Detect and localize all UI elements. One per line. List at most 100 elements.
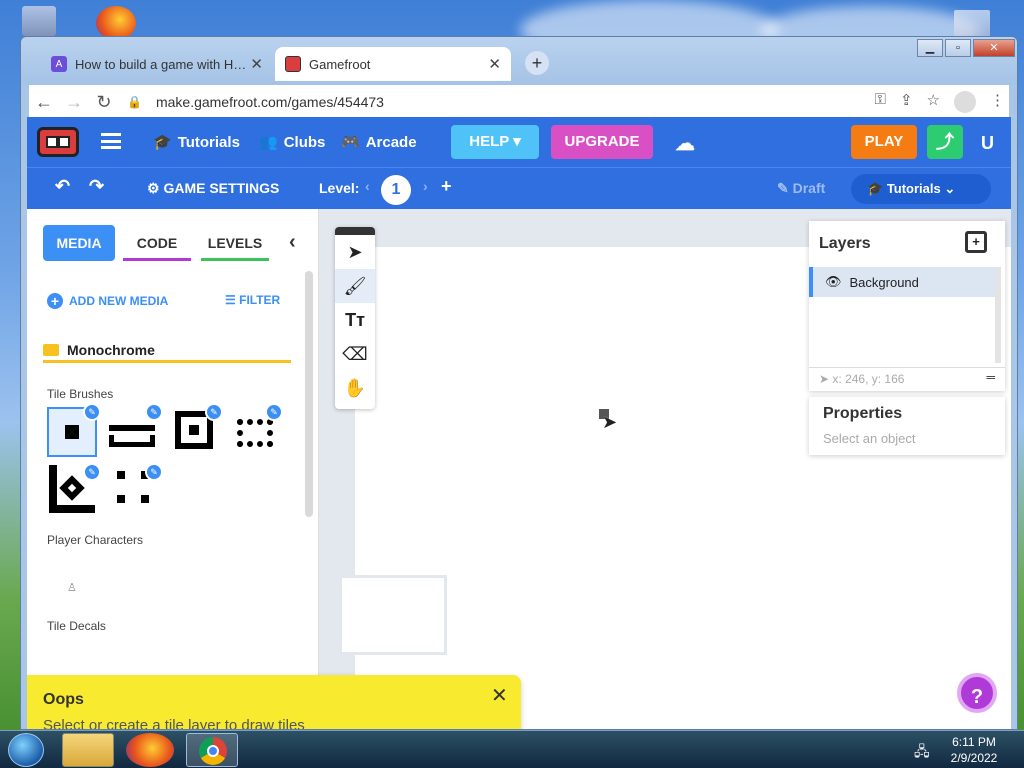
layer-name: Background — [849, 274, 919, 290]
coords-text: x: 246, y: 166 — [832, 372, 905, 386]
cloud-icon[interactable]: ☁ — [675, 131, 695, 156]
firefox-taskbar-icon[interactable] — [126, 733, 174, 767]
profile-avatar[interactable] — [954, 91, 976, 113]
nav-clubs-label: Clubs — [283, 133, 326, 151]
pencil-icon: ✎ — [777, 180, 789, 196]
tool-palette: ➤ 🖌 Tт ⌫ ✋ — [335, 227, 375, 409]
nav-tutorials-label: Tutorials — [177, 133, 240, 151]
edit-icon[interactable]: ✎ — [265, 403, 283, 421]
recycle-bin-icon[interactable] — [22, 6, 56, 36]
minimap[interactable] — [339, 575, 447, 655]
properties-hint: Select an object — [823, 431, 916, 446]
help-label: HELP — [469, 133, 510, 150]
upgrade-button[interactable]: UPGRADE — [551, 125, 653, 159]
level-prev-icon[interactable]: ‹ — [365, 178, 370, 194]
key-icon[interactable]: ⚿ — [875, 91, 886, 113]
add-layer-icon[interactable]: + — [965, 231, 987, 253]
level-next-icon[interactable]: › — [423, 178, 428, 194]
gamefroot-logo[interactable] — [37, 127, 79, 157]
pointer-icon: ➤ — [819, 372, 830, 386]
reload-icon[interactable]: ↻ — [89, 92, 119, 113]
tab-gamefroot[interactable]: Gamefroot ✕ — [275, 47, 511, 81]
help-dropdown-button[interactable]: HELP ▾ — [451, 125, 539, 159]
user-avatar[interactable]: U — [981, 133, 994, 154]
back-icon[interactable]: ← — [29, 92, 59, 113]
system-clock[interactable]: 6:11 PM 2/9/2022 — [934, 734, 1014, 766]
player-character-sprite[interactable]: ♙ — [67, 581, 77, 594]
tab-levels[interactable]: LEVELS — [201, 225, 269, 261]
text-tool-icon[interactable]: Tт — [335, 303, 375, 337]
brush-tool-icon[interactable]: 🖌 — [335, 269, 375, 303]
gamefroot-app: 🎓 Tutorials 👥 Clubs 🎮 Arcade HELP ▾ UPGRADE… — [27, 117, 1011, 729]
tutorials-dropdown[interactable]: 🎓 Tutorials ⌄ — [851, 174, 991, 204]
select-tool-icon[interactable]: ➤ — [335, 235, 375, 269]
share-icon[interactable]: ⤴ — [927, 125, 963, 159]
draft-status[interactable]: ✎ Draft — [777, 180, 825, 197]
browser-window: A How to build a game with HTML... ✕ Gam… — [20, 36, 1018, 730]
collapse-panel-icon[interactable]: ‹ — [289, 231, 296, 254]
add-new-media-button[interactable]: + ADD NEW MEDIA — [47, 293, 168, 309]
maximize-button[interactable]: ▫ — [945, 39, 971, 57]
url-text[interactable]: make.gamefroot.com/games/454473 — [156, 94, 384, 110]
filter-icon: ☰ — [225, 293, 236, 307]
start-button[interactable] — [8, 733, 44, 767]
edit-icon[interactable]: ✎ — [205, 403, 223, 421]
cursor-coords: ➤ x: 246, y: 166 ═ — [809, 367, 1005, 391]
nav-tutorials[interactable]: 🎓 Tutorials — [153, 133, 240, 152]
editor-toolbar: ↶ ↷ ⚙ GAME SETTINGS Level: ‹ 1 › + ✎ Dra… — [27, 167, 1011, 209]
forward-icon[interactable]: → — [59, 92, 89, 113]
section-tile-decals: Tile Decals — [47, 619, 106, 633]
layers-panel: Layers + 👁 Background ➤ x: 246, y: 166 ═ — [809, 221, 1005, 391]
eye-icon[interactable]: 👁 — [825, 274, 842, 290]
panel-scrollbar[interactable] — [305, 271, 313, 517]
close-window-button[interactable]: ✕ — [973, 39, 1015, 57]
hashnode-icon: A — [51, 56, 67, 72]
folder-monochrome[interactable]: Monochrome — [43, 339, 291, 363]
share-page-icon[interactable]: ⇪ — [900, 91, 913, 113]
edit-icon[interactable]: ✎ — [145, 403, 163, 421]
hand-tool-icon[interactable]: ✋ — [335, 371, 375, 405]
firefox-desktop-icon[interactable] — [96, 6, 136, 40]
chrome-taskbar-icon[interactable] — [186, 733, 238, 767]
properties-title: Properties — [823, 405, 903, 422]
layers-title: Layers — [819, 235, 871, 252]
play-button[interactable]: PLAY — [851, 125, 917, 159]
tab-media[interactable]: MEDIA — [43, 225, 115, 261]
graduation-cap-icon: 🎓 — [867, 181, 884, 196]
minimize-button[interactable]: ▁ — [917, 39, 943, 57]
level-number[interactable]: 1 — [381, 175, 411, 205]
menu-kebab-icon[interactable]: ⋮ — [990, 91, 1005, 113]
filter-button[interactable]: ☰ FILTER — [225, 293, 280, 307]
tab-code[interactable]: CODE — [123, 225, 191, 261]
folder-label: Monochrome — [67, 341, 155, 358]
edit-icon[interactable]: ✎ — [145, 463, 163, 481]
close-icon[interactable]: ✕ — [491, 683, 508, 708]
game-settings-button[interactable]: ⚙ GAME SETTINGS — [147, 180, 279, 197]
media-panel: MEDIA CODE LEVELS ‹ + ADD NEW MEDIA ☰ FI… — [27, 209, 319, 729]
layer-item[interactable]: 👁 Background — [809, 267, 995, 297]
edit-icon[interactable]: ✎ — [83, 463, 101, 481]
network-icon[interactable]: 🖧 — [914, 741, 930, 765]
hamburger-menu-icon[interactable] — [101, 133, 121, 149]
explorer-taskbar-icon[interactable] — [62, 733, 114, 767]
add-level-icon[interactable]: + — [441, 176, 452, 197]
lock-icon: 🔒 — [127, 95, 142, 109]
tab-strip: A How to build a game with HTML... ✕ Gam… — [21, 37, 1017, 85]
help-fab-button[interactable]: ? — [957, 673, 997, 713]
close-tab-icon[interactable]: ✕ — [488, 55, 501, 73]
section-player-characters: Player Characters — [47, 533, 144, 547]
layers-scrollbar[interactable] — [995, 267, 1001, 363]
nav-arcade[interactable]: 🎮 Arcade — [341, 133, 417, 152]
star-icon[interactable]: ☆ — [927, 91, 940, 113]
undo-icon[interactable]: ↶ — [55, 176, 70, 197]
mouse-pointer-icon: ➤ — [602, 412, 618, 432]
toast-title: Oops — [43, 691, 84, 708]
redo-icon[interactable]: ↷ — [89, 176, 104, 197]
close-tab-icon[interactable]: ✕ — [250, 55, 263, 73]
resize-handle-icon[interactable]: ═ — [986, 370, 995, 384]
nav-clubs[interactable]: 👥 Clubs — [259, 133, 326, 152]
tab-tutorial[interactable]: A How to build a game with HTML... ✕ — [41, 47, 273, 81]
eraser-tool-icon[interactable]: ⌫ — [335, 337, 375, 371]
new-tab-button[interactable]: + — [525, 51, 549, 75]
edit-icon[interactable]: ✎ — [83, 403, 101, 421]
